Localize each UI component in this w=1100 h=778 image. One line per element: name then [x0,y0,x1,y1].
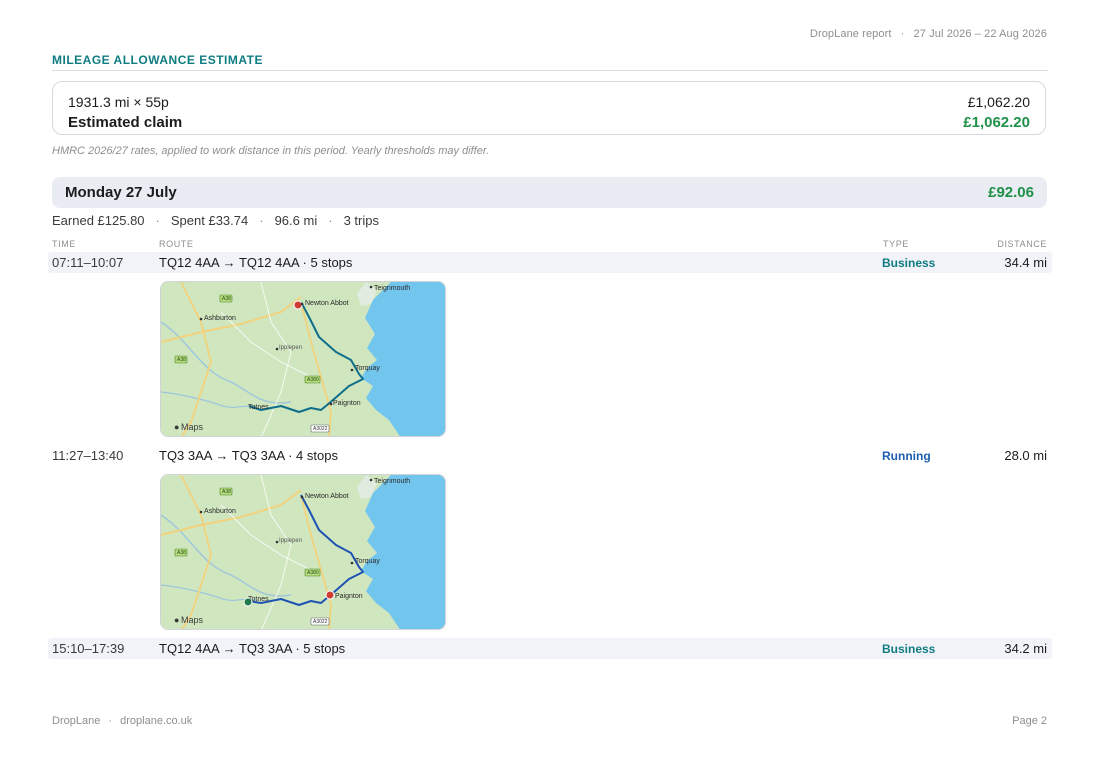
footer-brand: DropLane · droplane.co.uk [52,715,192,727]
map-label-torquay: Torquay [355,558,380,565]
map-label-torquay: Torquay [355,365,380,372]
rates-note: HMRC 2026/27 rates, applied to work dist… [52,145,490,157]
map-label-ipplepen: Ipplepen [279,345,302,351]
column-header-time: TIME [52,239,76,249]
column-header-route: ROUTE [159,239,194,249]
trip-time: 15:10–17:39 [52,641,125,656]
day-earned: Earned £125.80 [52,213,145,228]
trip-row[interactable]: 15:10–17:39 TQ12 4AA → TQ3 3AA · 5 stops… [48,638,1052,659]
apple-logo-icon: ● [174,615,179,625]
map-label-newton-abbot: Newton Abbot [305,493,349,500]
report-date-range: 27 Jul 2026 – 22 Aug 2026 [913,28,1047,40]
map-label-totnes: Totnes [248,596,269,603]
map-road-a38: A38 [177,550,186,556]
trip-time: 11:27–13:40 [52,448,124,463]
day-trip-count: 3 trips [343,213,379,228]
stat-separator: · [259,213,264,228]
map-road-a38: A38 [177,357,186,363]
mileage-summary-box: 1931.3 mi × 55p £1,062.20 Estimated clai… [52,81,1046,135]
trip-type: Running [882,449,931,463]
map-label-paignton: Paignton [333,400,361,407]
calculation-label: 1931.3 mi × 55p [68,94,169,110]
map-label-teignmouth: Teignmouth [374,478,410,485]
page-number: Page 2 [1012,715,1047,727]
day-title: Monday 27 July [65,184,177,201]
map-attribution: Maps [181,615,204,625]
trip-type: Business [882,642,936,656]
estimated-claim-row: Estimated claim £1,062.20 [68,114,1030,131]
map-road-a38: A38 [222,296,231,302]
map-road-a380: A380 [307,570,319,576]
stat-separator: · [328,213,333,228]
day-header: Monday 27 July £92.06 [52,177,1047,208]
trip-distance: 28.0 mi [1004,448,1047,463]
map-road-a3022: A3022 [313,426,328,432]
map-label-ipplepen: Ipplepen [279,538,302,544]
apple-logo-icon: ● [174,422,179,432]
trip-distance: 34.2 mi [1004,641,1047,656]
column-header-distance: DISTANCE [997,239,1047,249]
map-label-totnes: Totnes [248,404,269,411]
route-map-svg: Teignmouth Newton Abbot Ashburton Ipplep… [161,282,445,436]
day-total: £92.06 [988,184,1034,201]
map-road-a38: A38 [222,489,231,495]
map-label-teignmouth: Teignmouth [374,285,410,292]
map-road-a3022: A3022 [313,619,328,625]
map-label-newton-abbot: Newton Abbot [305,300,349,307]
report-header: DropLane report · 27 Jul 2026 – 22 Aug 2… [810,28,1047,40]
trip-map[interactable]: Teignmouth Newton Abbot Ashburton Ipplep… [160,281,446,437]
trip-distance: 34.4 mi [1004,255,1047,270]
map-label-paignton: Paignton [335,593,363,600]
calculation-row: 1931.3 mi × 55p £1,062.20 [68,94,1030,110]
footer-site-link[interactable]: droplane.co.uk [120,715,192,727]
map-attribution: Maps [181,422,204,432]
trip-time: 07:11–10:07 [52,255,124,270]
header-separator: · [900,28,905,40]
estimated-claim-label: Estimated claim [68,114,183,131]
day-spent: Spent £33.74 [170,213,249,228]
footer-brand-name: DropLane [52,715,101,727]
section-title: MILEAGE ALLOWANCE ESTIMATE [52,53,263,67]
trip-row[interactable]: 07:11–10:07 TQ12 4AA → TQ12 4AA · 5 stop… [48,252,1052,273]
trip-row[interactable]: 11:27–13:40 TQ3 3AA → TQ3 3AA · 4 stops … [48,445,1052,466]
stat-separator: · [155,213,160,228]
column-header-type: TYPE [883,239,909,249]
trip-route: TQ3 3AA → TQ3 3AA · 4 stops [159,448,338,463]
map-label-ashburton: Ashburton [204,508,236,515]
route-map-svg: Teignmouth Newton Abbot Ashburton Ipplep… [161,475,445,629]
trip-route: TQ12 4AA → TQ3 3AA · 5 stops [159,641,346,656]
footer-separator: · [108,715,113,727]
day-stats: Earned £125.80 · Spent £33.74 · 96.6 mi … [52,213,379,228]
section-divider [52,70,1048,71]
map-road-a380: A380 [307,377,319,383]
calculation-value: £1,062.20 [967,94,1030,110]
trip-route: TQ12 4AA → TQ12 4AA · 5 stops [159,255,353,270]
trip-map[interactable]: Teignmouth Newton Abbot Ashburton Ipplep… [160,474,446,630]
report-brand: DropLane report [809,28,892,40]
day-distance: 96.6 mi [274,213,318,228]
trip-type: Business [882,256,936,270]
map-label-ashburton: Ashburton [204,315,236,322]
estimated-claim-value: £1,062.20 [963,114,1030,131]
